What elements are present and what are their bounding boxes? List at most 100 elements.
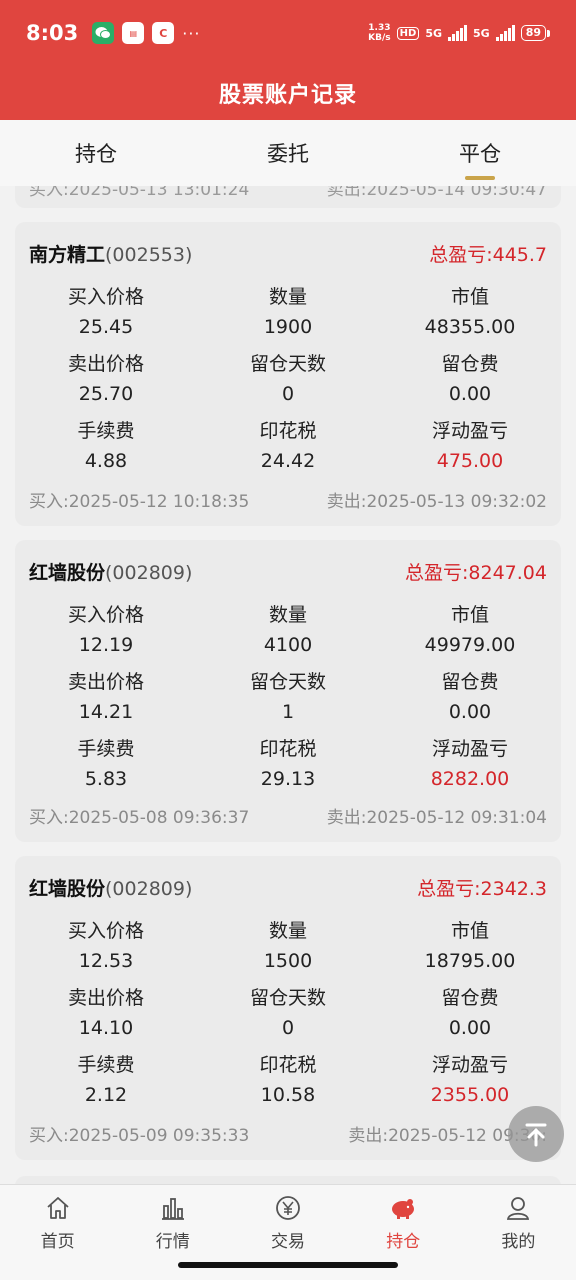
- hold-fee: 0.00: [448, 383, 492, 405]
- hold-days-label: 留仓天数: [249, 353, 326, 375]
- home-indicator[interactable]: [178, 1262, 398, 1268]
- total-pl: 总盈亏:8247.04: [405, 562, 547, 584]
- market-value-label: 市值: [450, 604, 489, 626]
- market-value-label: 市值: [450, 286, 489, 308]
- sell-price: 14.10: [78, 1017, 134, 1039]
- sell-price: 14.21: [78, 701, 134, 723]
- market-value: 49979.00: [424, 634, 516, 656]
- sell-time: 卖出:2025-05-13 09:32:02: [326, 492, 547, 512]
- signal-2-label: 5G: [473, 26, 490, 40]
- sell-price-label: 卖出价格: [67, 671, 144, 693]
- hold-fee-label: 留仓费: [441, 353, 499, 375]
- stock-code: (002553): [105, 244, 193, 266]
- quantity-label: 数量: [268, 604, 307, 626]
- home-icon: [43, 1193, 73, 1223]
- float-pl-label: 浮动盈亏: [431, 1054, 508, 1076]
- hold-fee-label: 留仓费: [441, 987, 499, 1009]
- float-pl: 475.00: [436, 450, 504, 472]
- buy-time: 买入:2025-05-09 09:35:33: [29, 1126, 250, 1146]
- stamp-tax-label: 印花税: [259, 738, 317, 760]
- record-card: 红墙股份(002809) 总盈亏:8247.04 买入价格 12.19 数量 410…: [15, 540, 561, 842]
- sell-time: 卖出:2025-05-12 09:31:04: [326, 808, 547, 828]
- stamp-tax-label: 印花税: [259, 420, 317, 442]
- sell-price-label: 卖出价格: [67, 987, 144, 1009]
- tab-holdings[interactable]: 持仓: [0, 120, 192, 186]
- total-pl: 总盈亏:445.7: [429, 244, 547, 266]
- stock-code: (002809): [105, 562, 193, 584]
- market-value-label: 市值: [450, 920, 489, 942]
- stock-name: 南方精工: [29, 244, 106, 266]
- record-card: 红墙股份(002809) 总盈亏:2342.3 买入价格 12.53 数量 1500…: [15, 856, 561, 1160]
- stock-name: 红墙股份: [29, 562, 106, 584]
- stamp-tax: 10.58: [260, 1084, 316, 1106]
- status-bar: 8:03 ▤ C ··· 1.33 KB/s HD 5G 5G 89: [0, 0, 576, 66]
- record-card: 南方精工(002553) 总盈亏:445.7 买入价格 25.45 数量 1900 …: [15, 222, 561, 526]
- buy-price-label: 买入价格: [67, 286, 144, 308]
- hold-days: 0: [281, 1017, 295, 1039]
- wechat-icon: [92, 22, 115, 44]
- quantity-label: 数量: [268, 286, 307, 308]
- quantity: 4100: [263, 634, 313, 656]
- buy-price-label: 买入价格: [67, 920, 144, 942]
- more-notifications-icon: ···: [182, 23, 201, 43]
- tab-bar: 持仓 委托 平仓: [0, 120, 576, 186]
- quantity: 1500: [263, 950, 313, 972]
- stamp-tax: 29.13: [260, 768, 316, 790]
- signal-icon: [495, 25, 515, 41]
- hold-days-label: 留仓天数: [249, 671, 326, 693]
- quantity: 1900: [263, 316, 313, 338]
- bottom-nav: 首页 行情 交易 持仓 我的: [0, 1184, 576, 1280]
- hd-icon: HD: [396, 26, 420, 40]
- quantity-label: 数量: [268, 920, 307, 942]
- stock-code: (002809): [105, 878, 193, 900]
- record-card: [15, 1176, 561, 1184]
- buy-price: 25.45: [78, 316, 134, 338]
- user-icon: [503, 1193, 533, 1223]
- battery-icon: 89: [520, 25, 550, 41]
- nav-profile[interactable]: 我的: [461, 1185, 576, 1280]
- back-to-top-button[interactable]: [508, 1106, 564, 1162]
- commission: 4.88: [84, 450, 128, 472]
- commission-label: 手续费: [77, 1054, 135, 1076]
- records-list[interactable]: 买入:2025-05-13 13:01:24 卖出:2025-05-14 09:…: [0, 186, 576, 1184]
- float-pl: 2355.00: [430, 1084, 510, 1106]
- sell-time: 卖出:2025-05-14 09:30:47: [326, 186, 547, 200]
- signal-icon: [448, 25, 467, 41]
- market-value: 18795.00: [424, 950, 516, 972]
- commission-label: 手续费: [77, 420, 135, 442]
- float-pl: 8282.00: [430, 768, 510, 790]
- stamp-tax-label: 印花税: [259, 1054, 317, 1076]
- commission: 5.83: [84, 768, 128, 790]
- tab-orders[interactable]: 委托: [192, 120, 384, 186]
- page-title: 股票账户记录: [218, 83, 357, 108]
- buy-price: 12.19: [78, 634, 134, 656]
- buy-time: 买入:2025-05-08 09:36:37: [29, 808, 250, 828]
- piggy-bank-icon: [388, 1193, 418, 1223]
- buy-price-label: 买入价格: [67, 604, 144, 626]
- hold-days: 0: [281, 383, 295, 405]
- c-app-icon: C: [152, 22, 175, 44]
- hold-fee: 0.00: [448, 1017, 492, 1039]
- status-time: 8:03: [26, 21, 79, 45]
- sell-price: 25.70: [78, 383, 134, 405]
- chart-icon: [158, 1193, 188, 1223]
- float-pl-label: 浮动盈亏: [431, 420, 508, 442]
- arrow-up-icon: [525, 1123, 547, 1147]
- total-pl: 总盈亏:2342.3: [417, 878, 547, 900]
- stock-name: 红墙股份: [29, 878, 106, 900]
- nav-home[interactable]: 首页: [0, 1185, 115, 1280]
- app-icon: ▤: [122, 22, 145, 44]
- float-pl-label: 浮动盈亏: [431, 738, 508, 760]
- hold-days-label: 留仓天数: [249, 987, 326, 1009]
- hold-fee-label: 留仓费: [441, 671, 499, 693]
- yen-icon: [273, 1193, 303, 1223]
- buy-time: 买入:2025-05-12 10:18:35: [29, 492, 250, 512]
- record-card: 买入:2025-05-13 13:01:24 卖出:2025-05-14 09:…: [15, 186, 561, 208]
- market-value: 48355.00: [424, 316, 516, 338]
- stamp-tax: 24.42: [260, 450, 316, 472]
- tab-closed-positions[interactable]: 平仓: [384, 120, 576, 186]
- sell-price-label: 卖出价格: [67, 353, 144, 375]
- hold-fee: 0.00: [448, 701, 492, 723]
- signal-1-label: 5G: [425, 26, 442, 40]
- buy-time: 买入:2025-05-13 13:01:24: [29, 186, 250, 200]
